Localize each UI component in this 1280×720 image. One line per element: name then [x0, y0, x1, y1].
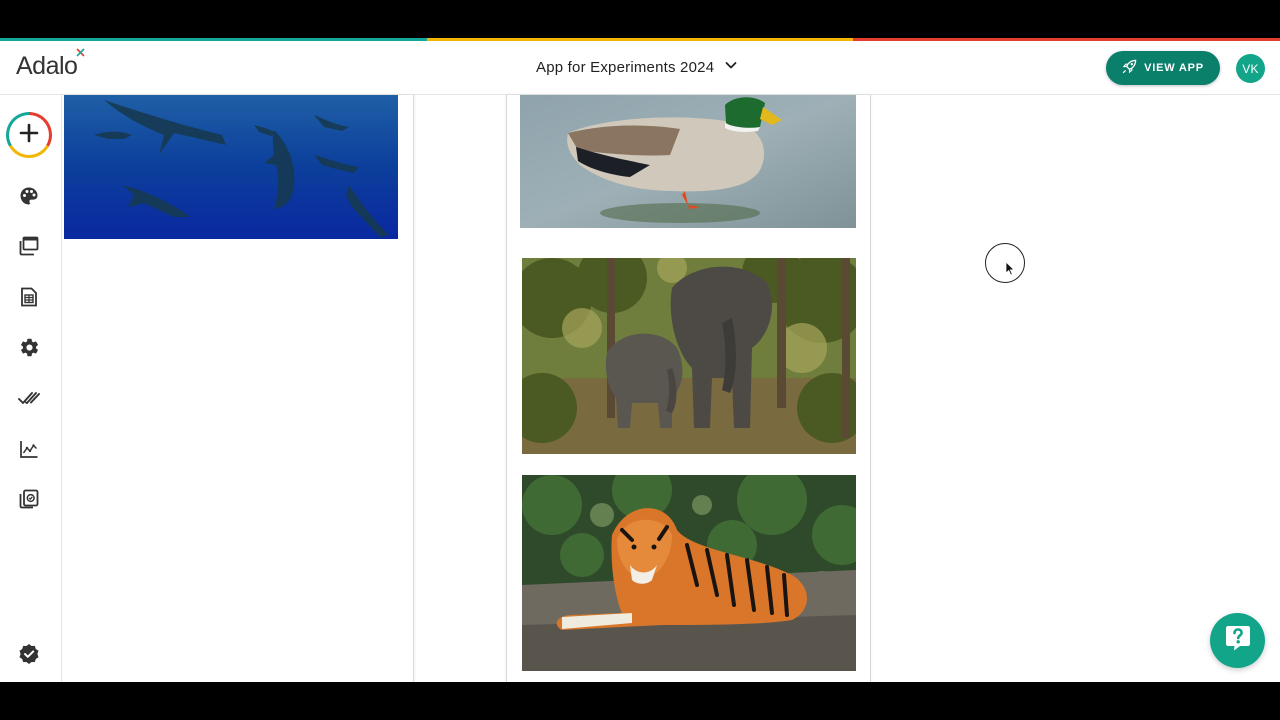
video-letterbox-bottom [0, 682, 1280, 720]
cursor-highlight [985, 243, 1025, 283]
tiger-photo[interactable] [522, 475, 856, 671]
video-letterbox-top [0, 0, 1280, 38]
adalo-editor: Adalo App for Experiments 2024 VIEW APP … [0, 38, 1280, 682]
gear-icon [19, 337, 40, 363]
database-button[interactable] [17, 287, 41, 311]
versions-button[interactable] [17, 489, 41, 513]
settings-button[interactable] [17, 338, 41, 362]
app-switcher[interactable]: App for Experiments 2024 [536, 55, 738, 79]
analytics-button[interactable] [17, 439, 41, 463]
user-avatar[interactable]: VK [1236, 54, 1265, 83]
app-screen-middle[interactable] [506, 95, 871, 682]
rocket-icon [1122, 59, 1137, 77]
user-initials: VK [1242, 61, 1259, 76]
analytics-icon [19, 439, 39, 464]
duck-photo[interactable] [520, 95, 856, 228]
logo-mark-icon [76, 48, 86, 60]
double-check-icon [18, 388, 40, 413]
database-icon [19, 287, 39, 312]
marketplace-button[interactable] [17, 643, 41, 670]
palette-icon [19, 186, 39, 211]
editor-canvas[interactable] [62, 95, 1280, 682]
screens-icon [19, 236, 39, 261]
add-component-button[interactable] [6, 112, 52, 158]
copy-check-icon [19, 489, 39, 514]
branding-button[interactable] [17, 186, 41, 210]
app-screen-left[interactable] [62, 95, 414, 682]
chevron-down-icon [724, 58, 738, 77]
view-app-button[interactable]: VIEW APP [1106, 51, 1220, 85]
top-bar: Adalo App for Experiments 2024 VIEW APP … [0, 41, 1280, 95]
screens-button[interactable] [17, 236, 41, 260]
app-title: App for Experiments 2024 [536, 58, 715, 76]
publish-button[interactable] [17, 388, 41, 412]
logo-text: Adalo [16, 52, 78, 80]
shark-photo[interactable] [64, 95, 398, 239]
mouse-pointer-icon [1005, 261, 1015, 281]
verified-badge-icon [18, 643, 40, 670]
help-chat-button[interactable] [1210, 613, 1265, 668]
help-chat-icon [1223, 623, 1253, 658]
adalo-logo[interactable]: Adalo [16, 48, 86, 81]
plus-icon [18, 122, 40, 149]
left-toolbar [0, 95, 62, 682]
view-app-label: VIEW APP [1144, 62, 1204, 74]
elephant-photo[interactable] [522, 258, 856, 454]
